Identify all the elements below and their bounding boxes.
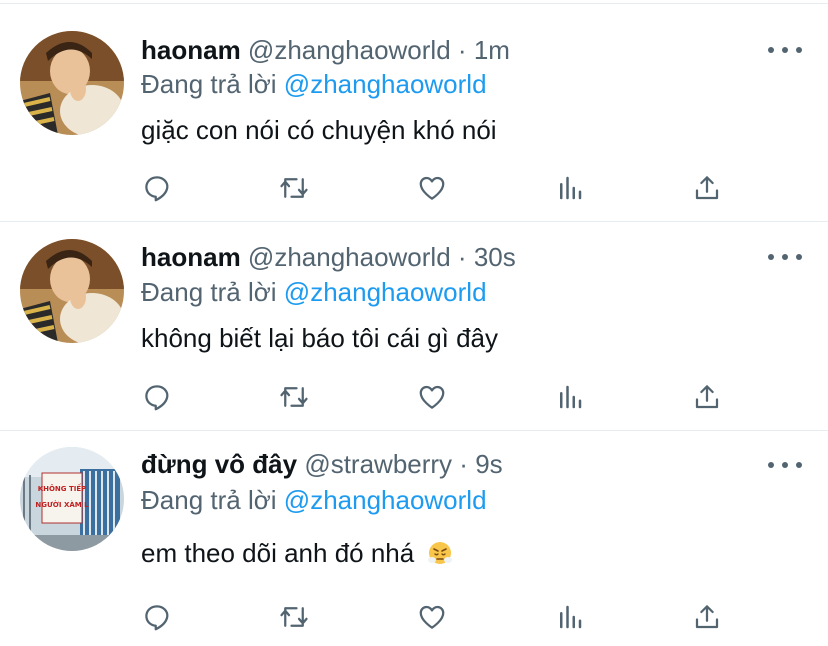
share-button[interactable] xyxy=(687,597,727,637)
share-icon xyxy=(695,605,719,629)
timestamp[interactable]: 9s xyxy=(475,449,502,479)
like-icon xyxy=(419,176,445,200)
more-dot xyxy=(796,462,802,468)
tweet-text: giặc con nói có chuyện khó nói xyxy=(141,115,497,145)
display-name[interactable]: haonam xyxy=(141,242,241,272)
reply-icon xyxy=(145,385,169,411)
reply-button[interactable] xyxy=(137,597,177,637)
more-dot xyxy=(768,254,774,260)
reply-mention-link[interactable]: @zhanghaoworld xyxy=(284,69,487,99)
user-handle[interactable]: @strawberry xyxy=(304,449,452,479)
steam-from-nose-emoji-icon xyxy=(428,542,453,564)
more-options-button[interactable] xyxy=(768,455,802,475)
more-dot xyxy=(782,47,788,53)
like-button[interactable] xyxy=(412,597,452,637)
retweet-button[interactable] xyxy=(274,168,314,208)
like-button[interactable] xyxy=(412,168,452,208)
retweet-icon xyxy=(280,178,308,198)
reply-button[interactable] xyxy=(137,168,177,208)
user-handle[interactable]: @zhanghaoworld xyxy=(248,35,451,65)
share-button[interactable] xyxy=(687,377,727,417)
tweet-header: đừng vô đây @strawberry · 9s xyxy=(141,444,503,484)
retweet-icon xyxy=(280,607,308,627)
more-dot xyxy=(782,254,788,260)
reply-icon xyxy=(145,176,169,202)
retweet-button[interactable] xyxy=(274,597,314,637)
tweet-3[interactable]: KHÔNG TIẾP NGƯỜI XÀM L đừng vô đây @stra… xyxy=(0,431,828,646)
tweet-text-content: em theo dõi anh đó nhá xyxy=(141,538,415,568)
action-bar xyxy=(0,168,828,208)
person-avatar-icon xyxy=(20,239,124,343)
tweet-1[interactable]: haonam @zhanghaoworld · 1m Đang trả lời … xyxy=(0,4,828,222)
tweet-text: không biết lại báo tôi cái gì đây xyxy=(141,323,499,353)
share-icon xyxy=(695,176,719,200)
user-handle[interactable]: @zhanghaoworld xyxy=(248,242,451,272)
reply-icon xyxy=(145,605,169,631)
like-icon xyxy=(419,385,445,409)
person-avatar-icon xyxy=(20,31,124,135)
more-dot xyxy=(796,47,802,53)
reply-prefix: Đang trả lời xyxy=(141,485,277,515)
avatar[interactable] xyxy=(20,239,124,343)
timestamp[interactable]: 1m xyxy=(474,35,510,65)
more-options-button[interactable] xyxy=(768,40,802,60)
retweet-icon xyxy=(280,387,308,407)
reply-button[interactable] xyxy=(137,377,177,417)
more-dot xyxy=(782,462,788,468)
reply-mention-link[interactable]: @zhanghaoworld xyxy=(284,485,487,515)
tweet-header: haonam @zhanghaoworld · 30s xyxy=(141,237,516,277)
more-options-button[interactable] xyxy=(768,247,802,267)
analytics-icon xyxy=(560,385,582,409)
tweet-header: haonam @zhanghaoworld · 1m xyxy=(141,30,510,70)
analytics-button[interactable] xyxy=(550,168,590,208)
retweet-button[interactable] xyxy=(274,377,314,417)
share-icon xyxy=(695,385,719,409)
analytics-button[interactable] xyxy=(550,597,590,637)
display-name[interactable]: haonam xyxy=(141,35,241,65)
separator: · xyxy=(457,242,467,272)
analytics-button[interactable] xyxy=(550,377,590,417)
reply-prefix: Đang trả lời xyxy=(141,277,277,307)
timestamp[interactable]: 30s xyxy=(474,242,516,272)
more-dot xyxy=(796,254,802,260)
analytics-icon xyxy=(560,176,582,200)
avatar[interactable]: KHÔNG TIẾP NGƯỜI XÀM L xyxy=(20,447,124,551)
display-name[interactable]: đừng vô đây xyxy=(141,449,297,479)
reply-prefix: Đang trả lời xyxy=(141,69,277,99)
like-button[interactable] xyxy=(412,377,452,417)
tweet-2[interactable]: haonam @zhanghaoworld · 30s Đang trả lời… xyxy=(0,222,828,431)
more-dot xyxy=(768,462,774,468)
replying-to: Đang trả lời @zhanghaoworld xyxy=(141,274,487,310)
action-bar xyxy=(0,597,828,637)
reply-feed: haonam @zhanghaoworld · 1m Đang trả lời … xyxy=(0,0,828,646)
replying-to: Đang trả lời @zhanghaoworld xyxy=(141,482,487,518)
action-bar xyxy=(0,377,828,417)
like-icon xyxy=(419,605,445,629)
share-button[interactable] xyxy=(687,168,727,208)
separator: · xyxy=(457,35,467,65)
replying-to: Đang trả lời @zhanghaoworld xyxy=(141,66,487,102)
sign-text-line-2: NGƯỜI XÀM L xyxy=(35,500,89,509)
separator: · xyxy=(459,449,468,479)
sign-avatar-icon: KHÔNG TIẾP NGƯỜI XÀM L xyxy=(20,447,124,551)
reply-mention-link[interactable]: @zhanghaoworld xyxy=(284,277,487,307)
more-dot xyxy=(768,47,774,53)
sign-text-line-1: KHÔNG TIẾP xyxy=(38,483,87,493)
avatar[interactable] xyxy=(20,31,124,135)
analytics-icon xyxy=(560,605,582,629)
tweet-text: em theo dõi anh đó nhá xyxy=(141,533,453,573)
